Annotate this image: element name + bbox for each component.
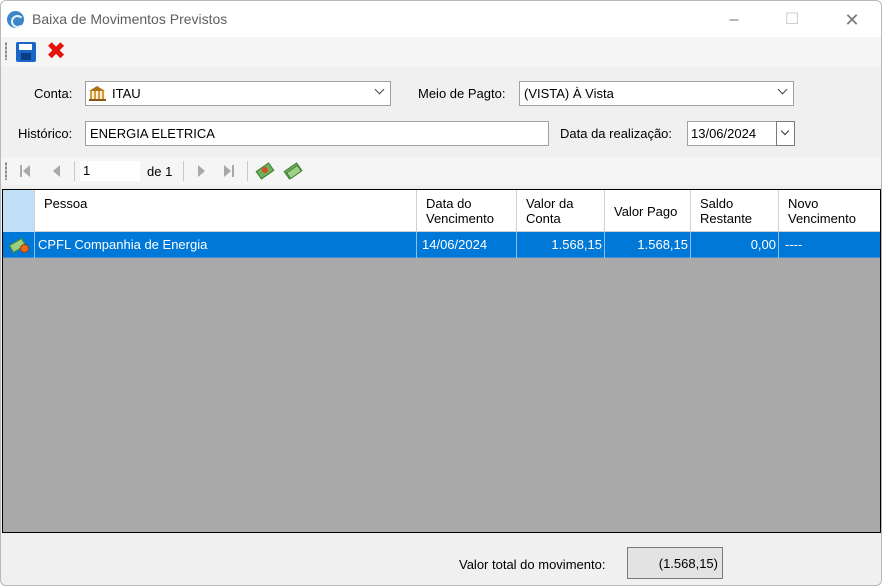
historico-value: ENERGIA ELETRICA <box>90 126 215 141</box>
pay-money-icon[interactable] <box>255 162 275 180</box>
navigator-grip-icon[interactable] <box>5 162 7 180</box>
window-title: Baixa de Movimentos Previstos <box>32 11 228 27</box>
bank-icon <box>89 86 106 101</box>
column-header-valor-pago[interactable]: Valor Pago <box>605 190 691 232</box>
chevron-down-icon <box>777 85 789 97</box>
column-header-label: Saldo Restante <box>700 196 753 226</box>
position-input[interactable]: 1 <box>80 161 140 181</box>
toolbar-grip-icon[interactable] <box>5 42 7 60</box>
cell-valor-conta[interactable]: 1.568,15 <box>517 232 605 258</box>
grid-header: Pessoa Data do Vencimento Valor da Conta… <box>3 190 880 232</box>
main-window: Baixa de Movimentos Previstos – ☐ ✕ ✖ Co… <box>0 0 882 586</box>
column-header-saldo-restante[interactable]: Saldo Restante <box>691 190 779 232</box>
close-button[interactable]: ✕ <box>832 7 872 33</box>
move-next-icon <box>194 163 210 179</box>
position-value: 1 <box>83 163 91 178</box>
cell-valor-pago[interactable]: 1.568,15 <box>605 232 691 258</box>
title-bar: Baixa de Movimentos Previstos – ☐ ✕ <box>1 1 881 37</box>
cancel-button[interactable]: ✖ <box>43 39 69 65</box>
row-header[interactable] <box>3 232 35 258</box>
bill-badge-shape <box>20 244 29 253</box>
move-previous-icon <box>49 163 65 179</box>
nav-separator <box>183 161 184 181</box>
action-toolbar <box>1 37 881 67</box>
meio-pagto-select[interactable]: (VISTA) À Vista <box>519 81 794 106</box>
column-header-label: Pessoa <box>44 196 88 211</box>
save-button[interactable] <box>16 42 36 62</box>
cell-pessoa[interactable]: CPFL Companhia de Energia <box>35 232 417 258</box>
column-header-data-vencimento[interactable]: Data do Vencimento <box>417 190 517 232</box>
money-mark-shape <box>262 167 268 173</box>
total-label: Valor total do movimento: <box>459 557 606 572</box>
move-first-icon <box>19 163 35 179</box>
conta-select[interactable]: ITAU <box>85 81 391 106</box>
historico-field[interactable]: ENERGIA ELETRICA <box>85 121 549 146</box>
meio-pagto-value: (VISTA) À Vista <box>524 86 614 101</box>
move-last-icon <box>221 163 237 179</box>
column-header-label: Valor Pago <box>614 204 678 219</box>
column-header-novo-vencimento[interactable]: Novo Vencimento <box>779 190 880 232</box>
conta-value: ITAU <box>112 86 141 101</box>
data-realizacao-field[interactable]: 13/06/2024 <box>687 121 777 146</box>
save-icon <box>19 44 32 50</box>
data-realizacao-value: 13/06/2024 <box>691 126 757 141</box>
date-picker-button[interactable] <box>776 121 795 146</box>
bank-icon-columns <box>90 91 105 99</box>
total-value: (1.568,15) <box>658 556 718 571</box>
chevron-down-icon <box>374 85 386 97</box>
column-header-pessoa[interactable]: Pessoa <box>35 190 417 232</box>
money-icon[interactable] <box>283 162 303 180</box>
nav-separator <box>74 161 75 181</box>
cell-novo-vencimento[interactable]: ---- <box>779 232 880 258</box>
maximize-button: ☐ <box>784 11 800 28</box>
total-field: (1.568,15) <box>627 547 723 579</box>
bill-payable-icon <box>8 237 30 254</box>
column-header-label: Data do Vencimento <box>426 196 494 226</box>
cell-saldo-restante[interactable]: 0,00 <box>691 232 779 258</box>
movements-grid[interactable]: Pessoa Data do Vencimento Valor da Conta… <box>2 189 881 533</box>
nav-separator <box>247 161 248 181</box>
app-icon <box>7 11 24 28</box>
data-realizacao-label: Data da realização: <box>560 126 673 141</box>
column-header-label: Novo Vencimento <box>788 196 856 226</box>
historico-label: Histórico: <box>18 126 73 141</box>
column-header-valor-conta[interactable]: Valor da Conta <box>517 190 605 232</box>
row-header-corner <box>3 190 35 232</box>
table-row[interactable]: CPFL Companhia de Energia 14/06/2024 1.5… <box>3 232 880 258</box>
meio-pagto-label: Meio de Pagto: <box>418 86 506 101</box>
cell-data-vencimento[interactable]: 14/06/2024 <box>417 232 517 258</box>
minimize-button[interactable]: – <box>714 7 754 33</box>
bank-icon-base <box>89 99 106 101</box>
page-count-label: de 1 <box>147 164 173 179</box>
column-header-label: Valor da Conta <box>526 196 574 226</box>
save-icon-label-area <box>21 53 31 60</box>
conta-label: Conta: <box>34 86 73 101</box>
